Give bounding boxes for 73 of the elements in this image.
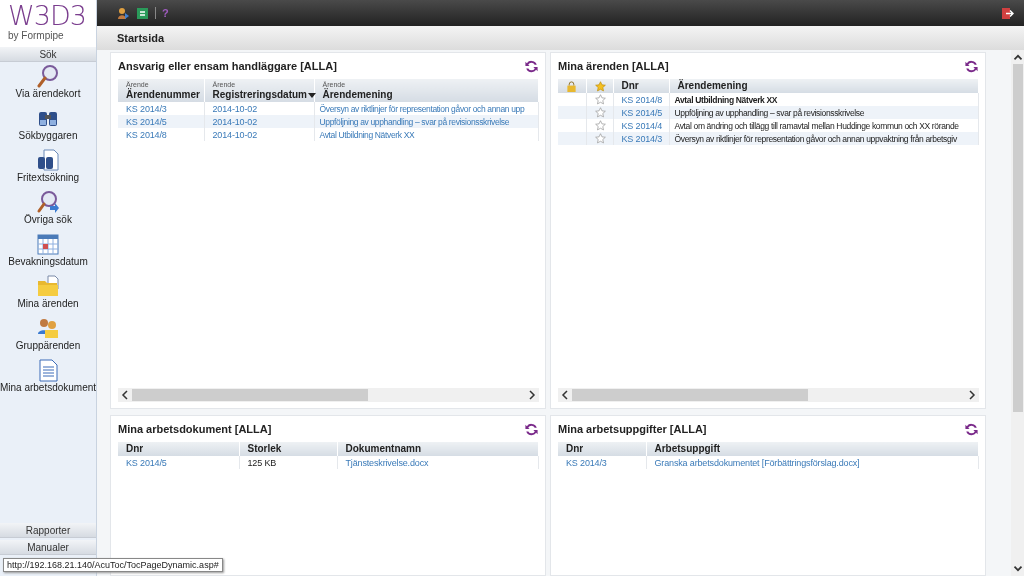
link-cell[interactable]: KS 2014/5 — [118, 456, 239, 469]
link-cell[interactable]: KS 2014/3 — [558, 456, 646, 469]
panel-title: Ansvarig eller ensam handläggare [ALLA] — [118, 60, 337, 72]
link-cell[interactable]: Uppföljning av upphandling – svar på revisionsskrivelse — [314, 115, 539, 128]
link-cell[interactable]: Granska arbetsdokumentet [Förbättringsförslag.docx] — [646, 456, 979, 469]
column-header[interactable]: Dnr — [558, 442, 646, 456]
lock-icon — [566, 81, 578, 92]
column-header[interactable]: Storlek — [239, 442, 337, 456]
horizontal-scrollbar[interactable] — [118, 388, 539, 402]
column-label: Arbetsuppgift — [654, 443, 721, 455]
calendar-icon — [36, 232, 60, 256]
star-icon[interactable] — [594, 81, 606, 92]
column-header[interactable]: Arbetsuppgift — [646, 442, 979, 456]
link-cell[interactable]: Tjänsteskrivelse.docx — [337, 456, 539, 469]
link-cell[interactable]: KS 2014/8 — [118, 128, 204, 141]
folder-icon — [36, 274, 60, 298]
star-icon[interactable] — [594, 107, 606, 118]
refresh-icon[interactable] — [964, 58, 979, 74]
status-tooltip: http://192.168.21.140/AcuToc/TocPageDynamic.asp# — [3, 558, 223, 572]
search-icon — [36, 64, 60, 88]
page-title: Startsida — [117, 32, 165, 44]
column-label: Dnr — [126, 443, 144, 455]
star-icon[interactable] — [594, 94, 606, 105]
link-cell[interactable]: 2014-10-02 — [204, 128, 314, 141]
star-icon[interactable] — [594, 133, 606, 144]
nav-item[interactable]: Mina ärenden — [17, 274, 79, 316]
link-cell[interactable]: KS 2014/5 — [118, 115, 204, 128]
column-header[interactable]: Dnr — [613, 79, 669, 93]
column-label: Dnr — [566, 443, 584, 455]
column-label: Ärendemening — [322, 89, 393, 101]
link-cell[interactable]: KS 2014/5 — [613, 106, 669, 119]
column-header[interactable]: Dnr — [118, 442, 239, 456]
nav-item[interactable]: Bevakningsdatum — [8, 232, 88, 274]
link-cell[interactable]: 2014-10-02 — [204, 115, 314, 128]
document-icon — [36, 358, 60, 382]
panel-title: Mina arbetsdokument [ALLA] — [118, 423, 272, 435]
nav-item[interactable]: Via ärendekort — [15, 64, 81, 106]
column-label: Dokumentnamn — [345, 443, 422, 455]
table-cell: Uppföljning av upphandling – svar på revisionsskrivelse — [669, 106, 979, 119]
logout-icon[interactable] — [1001, 6, 1014, 20]
column-header[interactable]: Ärendemening — [669, 79, 979, 93]
document-binoculars-icon — [36, 148, 60, 172]
nav-item[interactable]: Övriga sök — [24, 190, 72, 232]
link-cell[interactable]: KS 2014/3 — [613, 132, 669, 145]
column-label: Ärendemening — [677, 80, 748, 92]
people-icon — [36, 316, 60, 340]
section-header[interactable]: Rapporter — [0, 523, 96, 538]
section-header[interactable]: Sök — [0, 47, 96, 62]
column-header[interactable]: Dokumentnamn — [337, 442, 539, 456]
section-header[interactable]: Manualer — [0, 540, 96, 555]
search-arrow-icon — [36, 190, 60, 214]
nav-item[interactable]: Sökbyggaren — [18, 106, 78, 148]
refresh-icon[interactable] — [524, 58, 539, 74]
refresh-page-icon[interactable] — [136, 6, 149, 20]
column-label: Ärendenummer — [126, 89, 200, 101]
person-icon[interactable] — [117, 6, 130, 20]
horizontal-scrollbar[interactable] — [558, 388, 979, 402]
refresh-icon[interactable] — [524, 421, 539, 437]
nav-item[interactable]: Fritextsökning — [16, 148, 80, 190]
star-icon[interactable] — [594, 120, 606, 131]
panel-title: Mina ärenden [ALLA] — [558, 60, 669, 72]
column-label: Dnr — [621, 80, 639, 92]
column-label: Registreringsdatum — [212, 89, 307, 101]
table-cell: 125 KB — [239, 456, 337, 469]
panel-title: Mina arbetsuppgifter [ALLA] — [558, 423, 707, 435]
column-label: Storlek — [247, 443, 282, 455]
logo-tagline: by Formpipe — [8, 30, 65, 41]
nav-item[interactable]: Mina arbetsdokument — [0, 358, 97, 400]
logo: W3D3 — [8, 2, 86, 30]
link-cell[interactable]: Avtal Utbildning Nätverk XX — [314, 128, 539, 141]
refresh-icon[interactable] — [964, 421, 979, 437]
nav-item[interactable]: Gruppärenden — [15, 316, 81, 358]
table-cell: Översyn av riktlinjer för representation gåvor och annan uppvaktning från arbetsgiv — [669, 132, 979, 145]
